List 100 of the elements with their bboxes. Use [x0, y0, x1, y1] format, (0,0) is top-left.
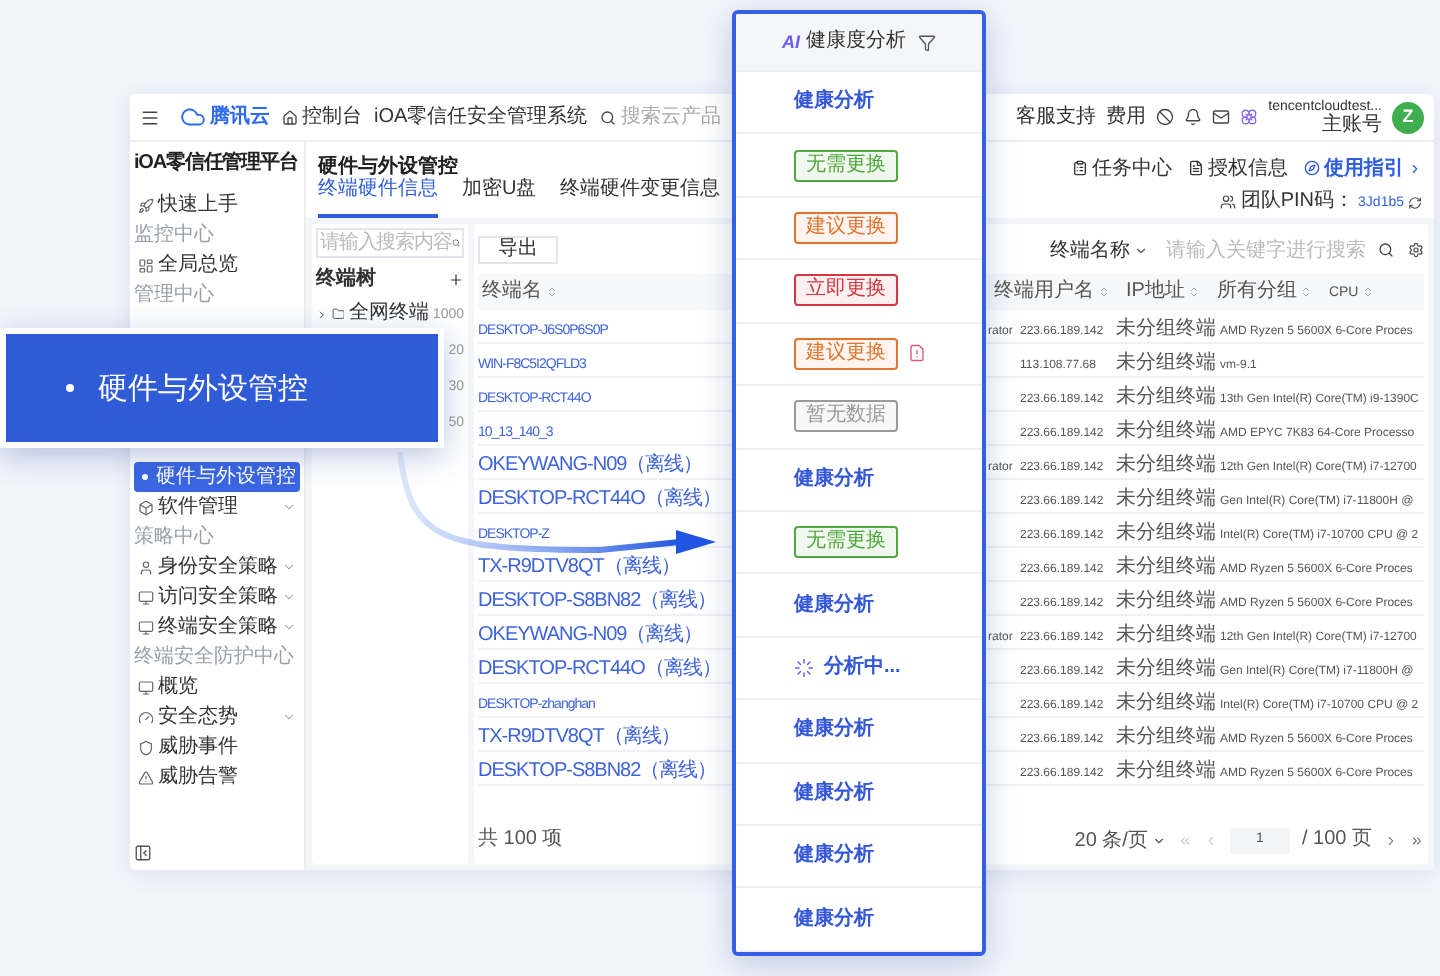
terminal-link[interactable]: OKEYWANG-N09（离线） [478, 624, 703, 646]
sidebar-item[interactable]: 软件管理 [134, 492, 300, 522]
table-cell: 未分组终端 [1116, 522, 1216, 544]
sidebar-item[interactable]: 安全态势 [134, 702, 300, 732]
column-header: 终端名 [482, 282, 542, 302]
table-cell: 未分组终端 [1116, 760, 1216, 782]
callout-label: 硬件与外设管控 [98, 373, 308, 403]
health-analysis-link[interactable]: 健康分析 [794, 469, 874, 490]
monitor-icon [138, 589, 154, 605]
total-count: 共 100 项 [478, 830, 563, 850]
status-tag: 立即更换 [794, 274, 898, 307]
filter-icon[interactable] [918, 33, 936, 51]
console-link[interactable]: 控制台 [282, 102, 362, 132]
column-header: 终端用户名 [994, 282, 1094, 302]
status-tag: 建议更换 [794, 212, 898, 245]
compass-icon [1304, 160, 1320, 176]
home-icon [282, 109, 298, 125]
health-analysis-link[interactable]: 健康分析 [794, 909, 874, 930]
table-cell: 未分组终端 [1116, 726, 1216, 748]
terminal-link[interactable]: DESKTOP-S8BN82（离线） [478, 590, 717, 612]
monitor-icon [138, 619, 154, 635]
bell-icon[interactable] [1184, 108, 1203, 126]
sidebar-item[interactable]: 概览 [134, 672, 300, 702]
chevron-right-icon [1408, 161, 1422, 175]
clipboard-icon [1072, 160, 1088, 176]
tab[interactable]: 终端硬件变更信息 [560, 162, 721, 218]
tree-title: 终端树 [316, 269, 376, 289]
chevron-right-icon[interactable] [316, 307, 328, 321]
health-analysis-link[interactable]: 健康分析 [794, 720, 874, 741]
section-heading: 管理中心 [134, 285, 214, 305]
sidebar-item[interactable]: 身份安全策略 [134, 552, 300, 582]
refresh-icon[interactable] [1408, 195, 1422, 209]
mail-icon[interactable] [1212, 108, 1231, 126]
status-tag: 无需更换 [794, 149, 898, 182]
warning-icon [138, 769, 154, 785]
terminal-link[interactable]: DESKTOP-S8BN82（离线） [478, 760, 717, 782]
health-analysis-link[interactable]: 健康分析 [794, 595, 874, 616]
export-button[interactable]: 导出 [478, 236, 558, 264]
terminal-link[interactable]: OKEYWANG-N09（离线） [478, 454, 703, 476]
field-select[interactable]: 终端名称 [1046, 236, 1152, 264]
header-action[interactable]: 任务中心 [1072, 153, 1172, 183]
caret-icon [1134, 243, 1148, 257]
sidebar-item[interactable]: 访问安全策略 [134, 582, 300, 612]
table-cell: 未分组终端 [1116, 590, 1216, 612]
table-cell: 未分组终端 [1116, 624, 1216, 646]
terminal-link[interactable]: TX-R9DTV8QT（离线） [478, 556, 680, 578]
add-icon[interactable] [448, 271, 464, 287]
caret-icon [1151, 833, 1166, 847]
tree-item[interactable]: 全网终端 [348, 304, 429, 324]
next-page-icon[interactable] [1384, 833, 1398, 847]
header-action[interactable]: 使用指引 [1304, 153, 1422, 183]
nav-link[interactable]: 客服支持 [1016, 107, 1097, 127]
status-tag: 无需更换 [794, 526, 898, 559]
table-cell: 未分组终端 [1116, 318, 1216, 340]
sidebar-item[interactable]: 快速上手 [134, 190, 300, 220]
section-heading: 策略中心 [134, 527, 214, 547]
chevron-down-icon [282, 500, 296, 514]
table-cell: 未分组终端 [1116, 420, 1216, 442]
chevron-down-icon [282, 710, 296, 724]
page-size-select[interactable]: 20 条/页 [1074, 825, 1166, 855]
table-cell: 未分组终端 [1116, 692, 1216, 714]
terminal-link[interactable]: DESKTOP-RCT44O（离线） [478, 658, 721, 680]
flower-icon[interactable] [1240, 108, 1259, 126]
sidebar-item[interactable]: 终端安全策略 [134, 612, 300, 642]
chevron-down-icon [282, 560, 296, 574]
search-icon [1378, 242, 1394, 258]
report-icon[interactable] [908, 344, 926, 363]
page-total: / 100 页 [1301, 830, 1372, 850]
sidebar-item[interactable]: 全局总览 [134, 250, 300, 280]
table-cell: 未分组终端 [1116, 556, 1216, 578]
section-heading: 终端安全防护中心 [134, 647, 294, 667]
settings-icon[interactable] [1408, 242, 1424, 258]
health-analysis-link[interactable]: 健康分析 [794, 846, 874, 867]
rocket-icon [138, 197, 154, 213]
ai-label: AI [782, 33, 800, 51]
column-header: IP地址 [1126, 282, 1185, 302]
document-icon [1188, 160, 1204, 176]
table-cell: 未分组终端 [1116, 454, 1216, 476]
circle-icon[interactable] [1156, 108, 1175, 126]
health-analysis-link[interactable]: 健康分析 [794, 783, 874, 804]
shield-icon [138, 739, 154, 755]
sidebar-item[interactable]: 硬件与外设管控 [134, 462, 300, 492]
collapse-icon[interactable] [134, 844, 152, 862]
sidebar-item[interactable]: 威胁事件 [134, 732, 300, 762]
terminal-link[interactable]: DESKTOP-RCT44O（离线） [478, 488, 721, 510]
nav-link[interactable]: 费用 [1106, 107, 1147, 127]
search-icon [599, 109, 616, 125]
last-page-icon[interactable] [1410, 833, 1424, 847]
column-title: 健康度分析 [806, 32, 906, 52]
column-header: 所有分组 [1216, 282, 1297, 302]
health-analysis-link[interactable]: 健康分析 [794, 92, 874, 113]
header-action[interactable]: 授权信息 [1188, 153, 1288, 183]
spinner-icon [794, 658, 814, 678]
menu-icon[interactable] [140, 107, 160, 127]
terminal-link[interactable]: TX-R9DTV8QT（离线） [478, 726, 680, 748]
tab[interactable]: 加密U盘 [462, 162, 537, 218]
chevron-down-icon [282, 620, 296, 634]
status-tag: 建议更换 [794, 337, 898, 370]
folder-icon [331, 306, 345, 322]
sidebar-item[interactable]: 威胁告警 [134, 762, 300, 792]
